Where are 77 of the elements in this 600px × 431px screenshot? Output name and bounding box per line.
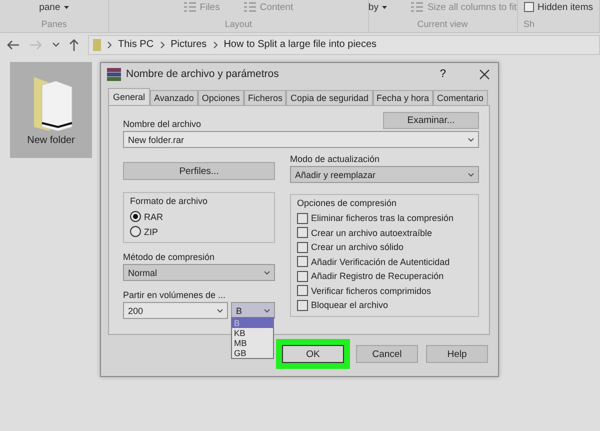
tab[interactable]: Opciones (198, 90, 244, 105)
folder-icon (93, 38, 101, 50)
caret-icon (64, 6, 70, 8)
checkbox[interactable] (297, 256, 308, 267)
chevron-icon (264, 270, 270, 274)
checkbox-label: Hidden items (538, 2, 593, 12)
checkbox-label: Crear un archivo sólido (311, 242, 404, 252)
group-label: Current view (417, 19, 468, 29)
tab[interactable]: Copia de seguridad (286, 90, 373, 105)
checkbox[interactable] (297, 212, 308, 224)
dropdown-option[interactable]: KB (232, 328, 273, 338)
folder-item[interactable]: New folder (10, 62, 92, 158)
dropdown-option[interactable]: MB (232, 338, 273, 348)
checkbox[interactable] (524, 2, 534, 12)
chevron-icon (217, 308, 223, 312)
field-label: Partir en volúmenes de ... (123, 290, 227, 300)
tab[interactable]: Ficheros (244, 90, 286, 105)
filename-combo[interactable]: New folder.rar (123, 131, 479, 148)
chevron-icon (468, 138, 474, 142)
close-icon[interactable] (479, 68, 490, 80)
tab[interactable]: General (108, 88, 150, 105)
checkbox[interactable] (297, 300, 308, 310)
breadcrumb[interactable]: How to Split a large file into pieces (224, 39, 377, 50)
chevron-icon (468, 172, 474, 176)
address-bar[interactable]: This PC Pictures How to Split a large file into pieces (88, 34, 600, 54)
archive-icon (107, 68, 121, 80)
field-label: Método de compresión (123, 252, 216, 262)
chevron-icon[interactable] (52, 42, 60, 47)
profiles-button[interactable]: Perfiles... (123, 162, 275, 180)
checkbox[interactable] (297, 285, 308, 296)
radio-label: ZIP (144, 226, 158, 236)
window-title: Nombre de archivo y parámetros (126, 68, 279, 80)
ribbon-dropdown[interactable]: pane (39, 2, 60, 12)
method-dropdown[interactable]: Normal (123, 264, 275, 281)
chevron-icon (212, 40, 218, 48)
list-icon (184, 2, 196, 12)
tab[interactable]: Comentario (433, 90, 488, 105)
group-label: Panes (41, 19, 67, 29)
group-label: Sh (524, 19, 535, 29)
checkbox-label: Crear un archivo autoextraíble (311, 228, 432, 238)
back-icon[interactable] (6, 40, 20, 50)
checkbox-label: Añadir Registro de Recuperación (311, 271, 444, 281)
tab[interactable]: Fecha y hora (372, 90, 434, 105)
ribbon-dropdown[interactable]: by (368, 2, 378, 12)
checkbox[interactable] (297, 242, 308, 252)
tab[interactable]: Avanzado (150, 90, 198, 105)
breadcrumb[interactable]: Pictures (170, 39, 207, 50)
radio-label: RAR (144, 212, 164, 222)
group-label: Opciones de compresión (297, 198, 398, 208)
breadcrumb[interactable]: This PC (118, 39, 154, 50)
dialog-button[interactable]: OK (282, 345, 344, 363)
list-icon (411, 2, 424, 12)
radio-button[interactable] (130, 226, 141, 237)
checkbox-label: Añadir Verificación de Autenticidad (311, 256, 450, 266)
chevron-icon (264, 308, 270, 312)
checkbox[interactable] (297, 270, 308, 282)
checkbox-label: Eliminar ficheros tras la compresión (311, 213, 454, 223)
field-label: Modo de actualización (290, 154, 381, 164)
group-label: Formato de archivo (130, 196, 209, 206)
checkbox[interactable] (297, 227, 308, 238)
up-icon[interactable] (69, 38, 79, 51)
volume-size-combo[interactable]: 200 (123, 302, 228, 319)
checkbox-label: Bloquear el archivo (311, 300, 388, 310)
help-button[interactable]: ? (440, 68, 446, 80)
dropdown-option[interactable]: GB (232, 348, 273, 358)
radio-button[interactable] (130, 211, 141, 222)
field-label: Nombre del archivo (123, 119, 202, 129)
list-icon (244, 2, 256, 12)
dialog-button[interactable]: Cancel (356, 345, 418, 363)
chevron-icon (107, 40, 112, 48)
caret-icon (382, 6, 388, 8)
group-label: Layout (224, 19, 252, 29)
chevron-icon (160, 40, 165, 48)
update-mode-dropdown[interactable]: Añadir y reemplazar (290, 166, 479, 183)
checkbox-label: Verificar ficheros comprimidos (311, 286, 432, 296)
dialog-button[interactable]: Help (426, 345, 488, 363)
browse-button[interactable]: Examinar... (383, 112, 479, 129)
